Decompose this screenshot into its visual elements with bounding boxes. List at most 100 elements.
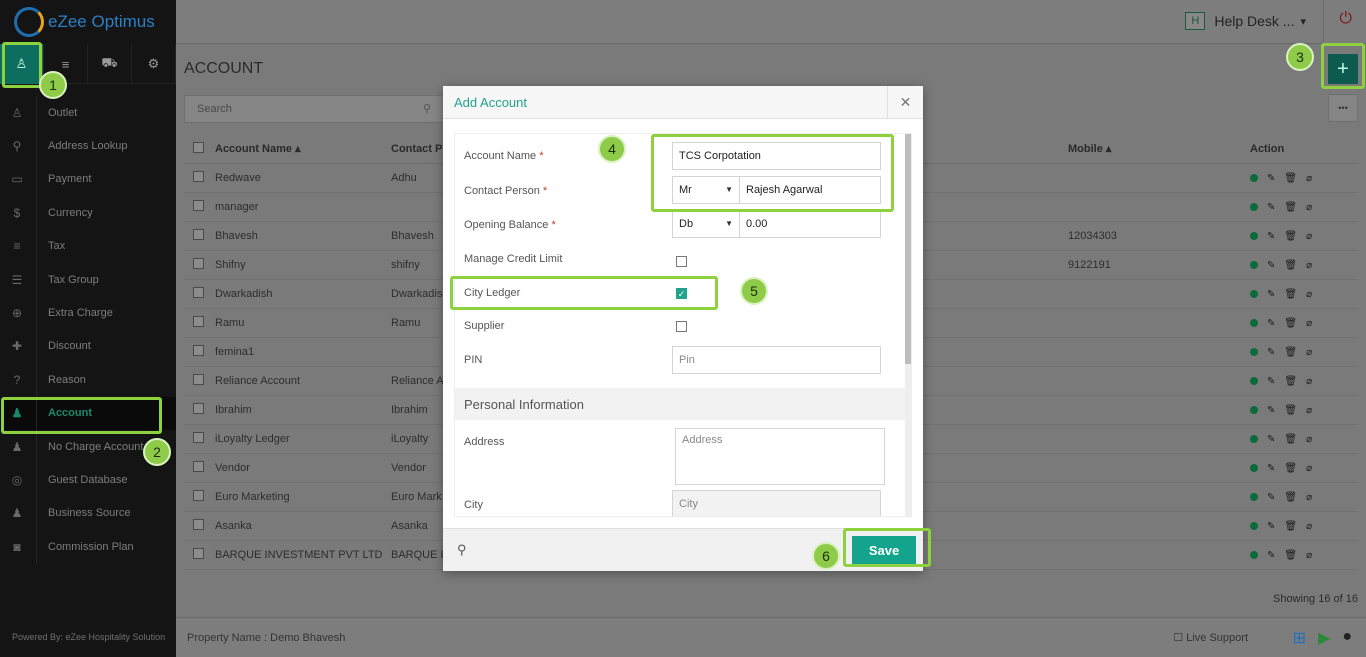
delete-icon[interactable]: 🗑 — [1284, 318, 1297, 329]
attach-icon[interactable]: ⌀ — [1306, 260, 1312, 271]
status-active-icon[interactable] — [1250, 435, 1258, 443]
apple-icon[interactable]: ● — [1342, 628, 1352, 648]
help-desk-menu[interactable]: H Help Desk ... ▾ — [1185, 12, 1306, 30]
edit-icon[interactable]: ✎ — [1267, 492, 1275, 503]
delete-icon[interactable]: 🗑 — [1284, 376, 1297, 387]
status-active-icon[interactable] — [1250, 232, 1258, 240]
sidebar-item-payment[interactable]: ▭ Payment — [0, 163, 176, 196]
sidebar-item-address-lookup[interactable]: ⚲ Address Lookup — [0, 129, 176, 162]
attach-icon[interactable]: ⌀ — [1306, 173, 1312, 184]
row-checkbox[interactable] — [193, 229, 204, 240]
edit-icon[interactable]: ✎ — [1267, 521, 1275, 532]
opening-balance-input[interactable]: 0.00 — [739, 210, 881, 238]
edit-icon[interactable]: ✎ — [1267, 289, 1275, 300]
search-input[interactable]: Search ⚲ — [184, 95, 444, 123]
edit-icon[interactable]: ✎ — [1267, 260, 1275, 271]
attach-icon[interactable]: ⌀ — [1306, 376, 1312, 387]
attach-icon[interactable]: ⌀ — [1306, 550, 1312, 561]
status-active-icon[interactable] — [1250, 464, 1258, 472]
attach-icon[interactable]: ⌀ — [1306, 521, 1312, 532]
app-logo[interactable]: eZee Optimus — [0, 0, 176, 44]
status-active-icon[interactable] — [1250, 348, 1258, 356]
attach-icon[interactable]: ⌀ — [1306, 347, 1312, 358]
sidebar-item-extra-charge[interactable]: ⊕ Extra Charge — [0, 296, 176, 329]
power-icon[interactable]: ⏻ — [1339, 10, 1352, 28]
row-checkbox[interactable] — [193, 287, 204, 298]
delete-icon[interactable]: 🗑 — [1284, 463, 1297, 474]
sidebar-item-commission-plan[interactable]: ◙ Commission Plan — [0, 530, 176, 563]
supplier-checkbox[interactable] — [676, 321, 687, 332]
row-checkbox[interactable] — [193, 316, 204, 327]
scroll-thumb[interactable] — [905, 134, 911, 364]
delete-icon[interactable]: 🗑 — [1284, 173, 1297, 184]
row-checkbox[interactable] — [193, 403, 204, 414]
status-active-icon[interactable] — [1250, 261, 1258, 269]
row-checkbox[interactable] — [193, 345, 204, 356]
status-active-icon[interactable] — [1250, 406, 1258, 414]
row-checkbox[interactable] — [193, 490, 204, 501]
row-checkbox[interactable] — [193, 519, 204, 530]
row-checkbox[interactable] — [193, 548, 204, 559]
attach-icon[interactable]: ⌀ — [1306, 289, 1312, 300]
edit-icon[interactable]: ✎ — [1267, 231, 1275, 242]
edit-icon[interactable]: ✎ — [1267, 376, 1275, 387]
edit-icon[interactable]: ✎ — [1267, 463, 1275, 474]
pin-input[interactable]: Pin — [672, 346, 881, 374]
attach-icon[interactable]: ⌀ — [1306, 463, 1312, 474]
row-checkbox[interactable] — [193, 258, 204, 269]
sidebar-item-tax-group[interactable]: ☰ Tax Group — [0, 263, 176, 296]
attach-icon[interactable]: ⌀ — [1306, 434, 1312, 445]
close-button[interactable]: ✕ — [887, 86, 923, 119]
sidebar-item-guest-database[interactable]: ◎ Guest Database — [0, 463, 176, 496]
delete-icon[interactable]: 🗑 — [1284, 492, 1297, 503]
city-input[interactable]: City — [672, 490, 881, 516]
col-account-name[interactable]: Account Name ▴ — [215, 142, 391, 155]
delete-icon[interactable]: 🗑 — [1284, 521, 1297, 532]
delete-icon[interactable]: 🗑 — [1284, 260, 1297, 271]
delete-icon[interactable]: 🗑 — [1284, 434, 1297, 445]
edit-icon[interactable]: ✎ — [1267, 318, 1275, 329]
tab-settings[interactable]: ⚙ — [132, 44, 176, 84]
status-active-icon[interactable] — [1250, 290, 1258, 298]
row-checkbox[interactable] — [193, 461, 204, 472]
edit-icon[interactable]: ✎ — [1267, 347, 1275, 358]
sidebar-item-business-source[interactable]: ♟ Business Source — [0, 497, 176, 530]
status-active-icon[interactable] — [1250, 377, 1258, 385]
sidebar-item-reason[interactable]: ? Reason — [0, 363, 176, 396]
attach-icon[interactable]: ⌀ — [1306, 231, 1312, 242]
status-active-icon[interactable] — [1250, 493, 1258, 501]
edit-icon[interactable]: ✎ — [1267, 405, 1275, 416]
status-active-icon[interactable] — [1250, 522, 1258, 530]
attach-icon[interactable]: ⌀ — [1306, 492, 1312, 503]
search-icon[interactable]: ⚲ — [457, 542, 467, 558]
credit-limit-checkbox[interactable] — [676, 256, 687, 267]
attach-icon[interactable]: ⌀ — [1306, 202, 1312, 213]
address-textarea[interactable]: Address — [675, 428, 885, 485]
row-checkbox[interactable] — [193, 374, 204, 385]
status-active-icon[interactable] — [1250, 174, 1258, 182]
row-checkbox[interactable] — [193, 432, 204, 443]
delete-icon[interactable]: 🗑 — [1284, 289, 1297, 300]
play-store-icon[interactable]: ▶ — [1318, 628, 1330, 648]
edit-icon[interactable]: ✎ — [1267, 550, 1275, 561]
status-active-icon[interactable] — [1250, 203, 1258, 211]
tab-cart[interactable]: ⛟ — [88, 44, 132, 84]
edit-icon[interactable]: ✎ — [1267, 434, 1275, 445]
balance-type-select[interactable]: Db ▼ — [672, 210, 740, 238]
attach-icon[interactable]: ⌀ — [1306, 318, 1312, 329]
sidebar-item-discount[interactable]: ✚ Discount — [0, 330, 176, 363]
row-checkbox[interactable] — [193, 200, 204, 211]
attach-icon[interactable]: ⌀ — [1306, 405, 1312, 416]
delete-icon[interactable]: 🗑 — [1284, 231, 1297, 242]
delete-icon[interactable]: 🗑 — [1284, 347, 1297, 358]
sidebar-item-tax[interactable]: ≡ Tax — [0, 230, 176, 263]
sidebar-item-outlet[interactable]: ♙ Outlet — [0, 96, 176, 129]
more-options-button[interactable]: ••• — [1328, 94, 1358, 122]
delete-icon[interactable]: 🗑 — [1284, 550, 1297, 561]
delete-icon[interactable]: 🗑 — [1284, 405, 1297, 416]
status-active-icon[interactable] — [1250, 551, 1258, 559]
status-active-icon[interactable] — [1250, 319, 1258, 327]
windows-icon[interactable]: ⊞ — [1293, 628, 1306, 648]
select-all-checkbox[interactable] — [193, 141, 204, 153]
delete-icon[interactable]: 🗑 — [1284, 202, 1297, 213]
